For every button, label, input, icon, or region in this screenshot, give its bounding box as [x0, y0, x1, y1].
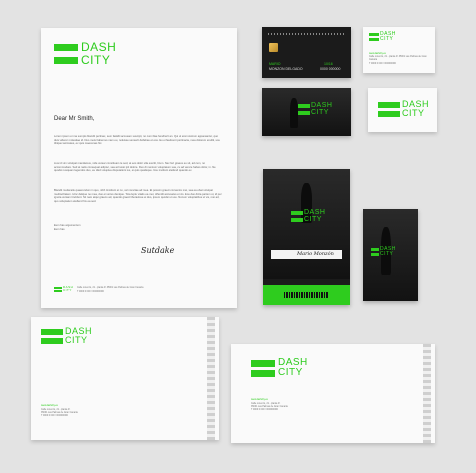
card-dotted-strip	[268, 33, 346, 35]
tag-logo: DASH CITY	[371, 247, 396, 257]
envelope-phone: T 0000 0 000 / 000000000	[41, 415, 68, 417]
letter-paragraph: Lius id vim volutpat mandamus, vide vere…	[54, 162, 216, 173]
logo-text-city: CITY	[304, 216, 322, 223]
letter-paragraph: Lorem ipsum et ma sumpts blandit pertina…	[54, 135, 220, 146]
envelope-perforation	[423, 344, 431, 443]
id-badge: DASH CITY Mario Monzón	[263, 169, 350, 305]
logo-bar	[371, 248, 379, 251]
small-envelope: DASH CITY www.dashcity.es Calle Lorenzo,…	[31, 317, 219, 440]
chip-icon	[269, 43, 278, 52]
barcode	[284, 292, 329, 298]
logo-text-city: CITY	[402, 108, 425, 118]
dark-id-card: MARIO MONZON DELGADO 10/16 0000 000000	[262, 27, 351, 78]
dark-logo-card: DASH CITY	[262, 88, 351, 136]
card-surname: MONZON DELGADO	[269, 67, 303, 71]
logo-text-city: CITY	[63, 288, 72, 292]
letter-closing: Eum has	[54, 228, 65, 231]
letter-paragraph: Blandit moderatis quaerendum in quo, nib…	[54, 189, 222, 203]
envelope-web: www.dashcity.es	[251, 399, 268, 401]
letterhead-logo: DASH CITY	[54, 41, 116, 66]
logo-text-city: CITY	[81, 53, 111, 67]
logo-text-city: CITY	[380, 251, 394, 257]
card-phone: T 0000 0 000 / 000000000	[369, 63, 396, 65]
footer-address: Calle Lorenzo, 21 - planta 4ª 35001 Las …	[77, 287, 144, 289]
letterhead-sheet: DASH CITY Dear Mr Smith, Lorem ipsum et …	[41, 28, 237, 308]
logo-text-city: CITY	[278, 367, 303, 378]
logo-text-city: CITY	[380, 36, 394, 42]
envelope-web: www.dashcity.es	[41, 405, 58, 407]
card-logo: DASH CITY	[369, 32, 396, 42]
card-number: 0000 000000	[320, 67, 341, 71]
logo-bar	[54, 43, 78, 51]
card-logo: DASH CITY	[378, 100, 429, 118]
card-name: MARIO	[269, 62, 281, 66]
logo-bar	[371, 253, 379, 256]
footer-phone: T 0000 0 000 / 000000000	[77, 291, 104, 293]
logo-bar	[251, 369, 275, 377]
logo-bar	[291, 217, 303, 222]
card-valid: 10/16	[324, 62, 333, 66]
logo-bar	[41, 337, 63, 344]
logo-bar	[298, 110, 310, 115]
dark-photo-tag: DASH CITY	[363, 209, 418, 301]
badge-signature-panel: Mario Monzón	[271, 250, 342, 259]
letter-greeting: Dear Mr Smith,	[54, 116, 95, 122]
logo-bar	[41, 328, 63, 335]
logo-bar	[291, 210, 303, 215]
logo-bar	[369, 33, 379, 36]
badge-signature: Mario Monzón	[297, 251, 334, 257]
logo-text-dash: DASH	[81, 40, 117, 54]
logo-bar	[298, 103, 310, 108]
envelope-logo: DASH CITY	[251, 358, 308, 378]
logo-text-city: CITY	[311, 109, 329, 116]
envelope-logo: DASH CITY	[41, 327, 92, 345]
signature-scribble: Sutdake	[141, 246, 175, 255]
card-address: Calle Lorenzo, 21 - planta 4ª 35001 Las …	[369, 56, 427, 61]
badge-logo: DASH CITY	[291, 209, 325, 223]
large-envelope: DASH CITY www.dashcity.es Calle Lorenzo,…	[231, 344, 435, 443]
logo-bar	[54, 289, 62, 292]
logo-text-dash: DASH	[311, 102, 333, 109]
white-business-card: DASH CITY www.dashcity.es Calle Lorenzo,…	[363, 27, 435, 73]
footer-logo: DASH CITY	[54, 286, 73, 292]
badge-green-footer	[263, 285, 350, 305]
logo-bar	[378, 110, 400, 117]
card-logo: DASH CITY	[298, 102, 332, 116]
logo-text-dash: DASH	[304, 209, 326, 216]
white-logo-card: DASH CITY	[368, 88, 437, 132]
envelope-phone: T 0000 0 000 / 000000000	[251, 409, 278, 411]
logo-bar	[54, 56, 78, 64]
logo-text-city: CITY	[65, 335, 88, 345]
runner-silhouette	[290, 98, 298, 128]
logo-bar	[369, 38, 379, 41]
logo-bar	[251, 359, 275, 367]
logo-bar	[378, 101, 400, 108]
envelope-perforation	[207, 317, 215, 440]
